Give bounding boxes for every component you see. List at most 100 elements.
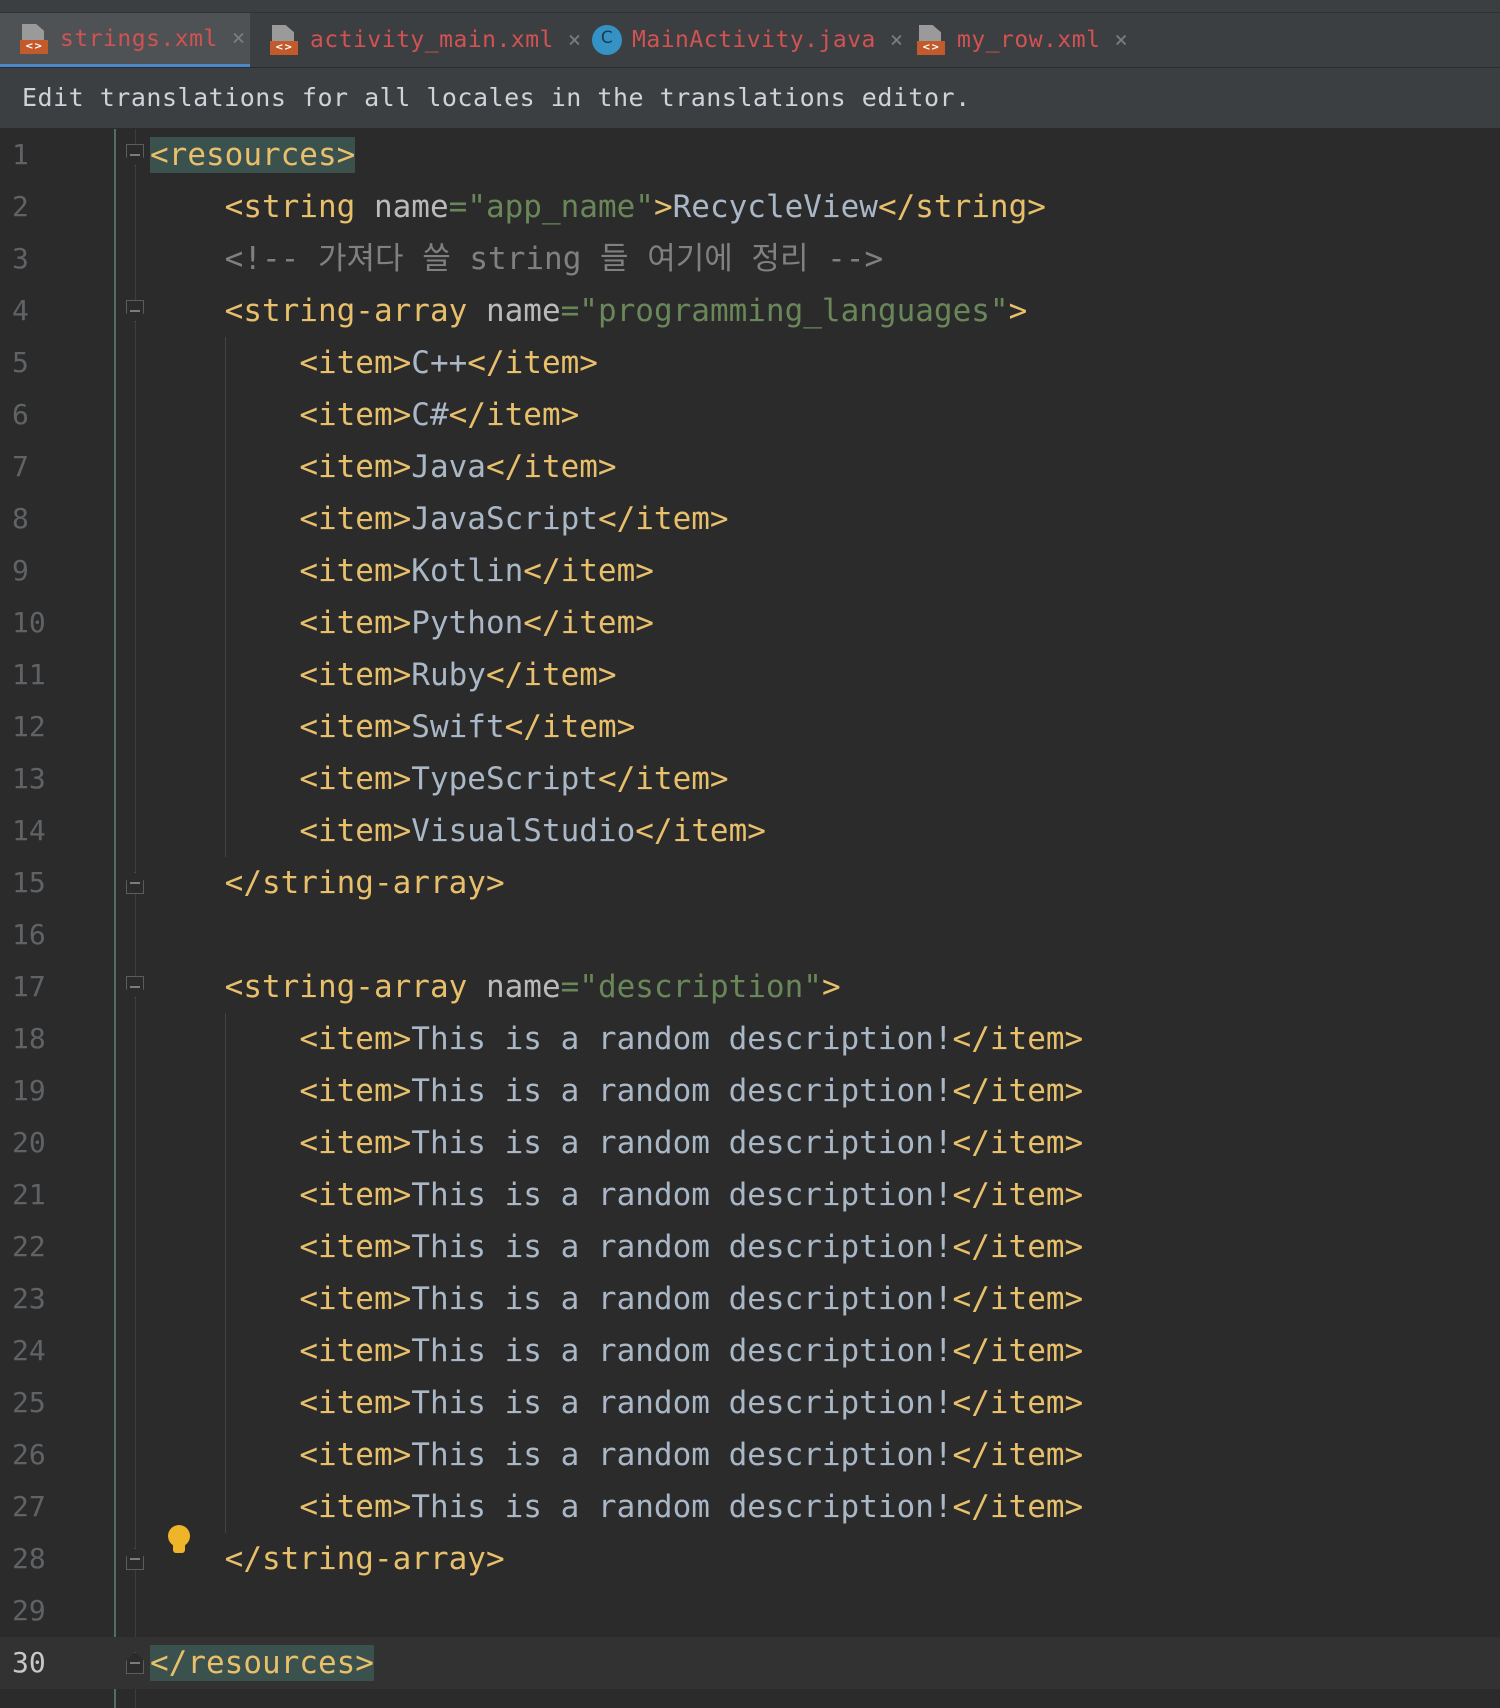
line-number: 21: [12, 1178, 46, 1211]
code-editor[interactable]: 1 <resources> 2 <string name="app_name">…: [0, 129, 1500, 1708]
item-open-tag: <item>: [299, 449, 412, 485]
string-array-open-tag: <string-array: [224, 293, 468, 329]
tab-activity-main-xml[interactable]: <> activity_main.xml ×: [250, 13, 581, 67]
attribute-value: "description": [579, 969, 822, 1005]
line-number: 3: [12, 242, 29, 275]
item-text: Java: [411, 449, 486, 485]
code-line-2[interactable]: 2 <string name="app_name">RecycleView</s…: [0, 181, 1500, 233]
tab-my-row-xml[interactable]: <> my_row.xml ×: [897, 13, 1157, 67]
item-close-tag: </item>: [952, 1177, 1084, 1213]
code-line-23[interactable]: 23 <item>This is a random description!</…: [0, 1273, 1500, 1325]
item-open-tag: <item>: [299, 605, 412, 641]
line-number: 16: [12, 918, 46, 951]
tab-strings-xml[interactable]: <> strings.xml ×: [0, 13, 250, 67]
code-line-9[interactable]: 9 <item>Kotlin</item>: [0, 545, 1500, 597]
item-close-tag: </item>: [635, 813, 766, 849]
code-line-7[interactable]: 7 <item>Java</item>: [0, 441, 1500, 493]
line-number: 7: [12, 450, 29, 483]
item-text: This is a random description!: [411, 1281, 953, 1317]
code-line-29[interactable]: 29: [0, 1585, 1500, 1637]
item-text: This is a random description!: [411, 1073, 953, 1109]
code-line-14[interactable]: 14 <item>VisualStudio</item>: [0, 805, 1500, 857]
line-number: 24: [12, 1334, 46, 1367]
fold-toggle-icon[interactable]: [126, 144, 144, 166]
code-line-21[interactable]: 21 <item>This is a random description!</…: [0, 1169, 1500, 1221]
fold-end-icon[interactable]: [126, 872, 144, 894]
equals-sign: =: [560, 293, 580, 329]
fold-end-icon[interactable]: [126, 1652, 144, 1674]
close-icon[interactable]: ×: [232, 26, 246, 51]
item-open-tag: <item>: [299, 1489, 412, 1525]
code-line-26[interactable]: 26 <item>This is a random description!</…: [0, 1429, 1500, 1481]
tag-end: >: [821, 969, 841, 1005]
item-open-tag: <item>: [299, 1177, 412, 1213]
line-number: 2: [12, 190, 29, 223]
lightbulb-intention-icon[interactable]: [166, 1525, 192, 1557]
item-close-tag: </item>: [952, 1385, 1084, 1421]
code-line-12[interactable]: 12 <item>Swift</item>: [0, 701, 1500, 753]
item-open-tag: <item>: [299, 1333, 412, 1369]
line-number: 26: [12, 1438, 46, 1471]
line-number: 20: [12, 1126, 46, 1159]
code-line-10[interactable]: 10 <item>Python</item>: [0, 597, 1500, 649]
item-close-tag: </item>: [597, 761, 729, 797]
code-line-24[interactable]: 24 <item>This is a random description!</…: [0, 1325, 1500, 1377]
item-close-tag: </item>: [523, 553, 654, 589]
code-line-5[interactable]: 5 <item>C++</item>: [0, 337, 1500, 389]
resources-close-tag: </resources>: [150, 1645, 374, 1681]
item-open-tag: <item>: [299, 813, 412, 849]
item-open-tag: <item>: [299, 553, 412, 589]
item-open-tag: <item>: [299, 1125, 412, 1161]
line-number: 1: [12, 138, 29, 171]
code-line-15[interactable]: 15 </string-array>: [0, 857, 1500, 909]
code-line-1[interactable]: 1 <resources>: [0, 129, 1500, 181]
code-line-30[interactable]: 30 </resources>: [0, 1637, 1500, 1689]
line-number: 22: [12, 1230, 46, 1263]
code-line-22[interactable]: 22 <item>This is a random description!</…: [0, 1221, 1500, 1273]
item-close-tag: </item>: [952, 1125, 1084, 1161]
item-text: C++: [411, 345, 468, 381]
item-open-tag: <item>: [299, 709, 412, 745]
item-open-tag: <item>: [299, 657, 412, 693]
code-line-19[interactable]: 19 <item>This is a random description!</…: [0, 1065, 1500, 1117]
code-line-25[interactable]: 25 <item>This is a random description!</…: [0, 1377, 1500, 1429]
item-text: This is a random description!: [411, 1489, 953, 1525]
code-line-16[interactable]: 16: [0, 909, 1500, 961]
line-number: 29: [12, 1594, 46, 1627]
item-open-tag: <item>: [299, 345, 412, 381]
tab-mainactivity-java[interactable]: C MainActivity.java ×: [572, 13, 903, 67]
code-line-4[interactable]: 4 <string-array name="programming_langua…: [0, 285, 1500, 337]
tag-end: >: [1008, 293, 1028, 329]
item-close-tag: </item>: [467, 345, 598, 381]
line-number: 4: [12, 294, 29, 327]
line-number: 15: [12, 866, 46, 899]
line-number: 6: [12, 398, 29, 431]
code-line-6[interactable]: 6 <item>C#</item>: [0, 389, 1500, 441]
code-line-3[interactable]: 3 <!-- 가져다 쓸 string 들 여기에 정리 -->: [0, 233, 1500, 285]
line-number: 5: [12, 346, 29, 379]
attribute-value: "app_name": [467, 189, 654, 225]
fold-end-icon[interactable]: [126, 1548, 144, 1570]
item-open-tag: <item>: [299, 761, 412, 797]
line-number: 8: [12, 502, 29, 535]
code-line-27[interactable]: 27 <item>This is a random description!</…: [0, 1481, 1500, 1533]
editor-tab-bar: <> strings.xml × <> activity_main.xml × …: [0, 13, 1500, 68]
item-open-tag: <item>: [299, 1437, 412, 1473]
translations-editor-notification[interactable]: Edit translations for all locales in the…: [0, 68, 1500, 129]
resources-open-tag: <resources>: [150, 137, 356, 173]
code-line-18[interactable]: 18 <item>This is a random description!</…: [0, 1013, 1500, 1065]
fold-toggle-icon[interactable]: [126, 976, 144, 998]
fold-toggle-icon[interactable]: [126, 300, 144, 322]
tab-label: strings.xml: [60, 25, 218, 52]
code-line-8[interactable]: 8 <item>JavaScript</item>: [0, 493, 1500, 545]
close-icon[interactable]: ×: [1114, 28, 1128, 53]
code-line-13[interactable]: 13 <item>TypeScript</item>: [0, 753, 1500, 805]
line-number: 18: [12, 1022, 46, 1055]
code-line-17[interactable]: 17 <string-array name="description">: [0, 961, 1500, 1013]
line-number: 25: [12, 1386, 46, 1419]
item-close-tag: </item>: [597, 501, 729, 537]
code-line-11[interactable]: 11 <item>Ruby</item>: [0, 649, 1500, 701]
code-line-20[interactable]: 20 <item>This is a random description!</…: [0, 1117, 1500, 1169]
code-line-28[interactable]: 28 </string-array>: [0, 1533, 1500, 1585]
line-number: 11: [12, 658, 46, 691]
